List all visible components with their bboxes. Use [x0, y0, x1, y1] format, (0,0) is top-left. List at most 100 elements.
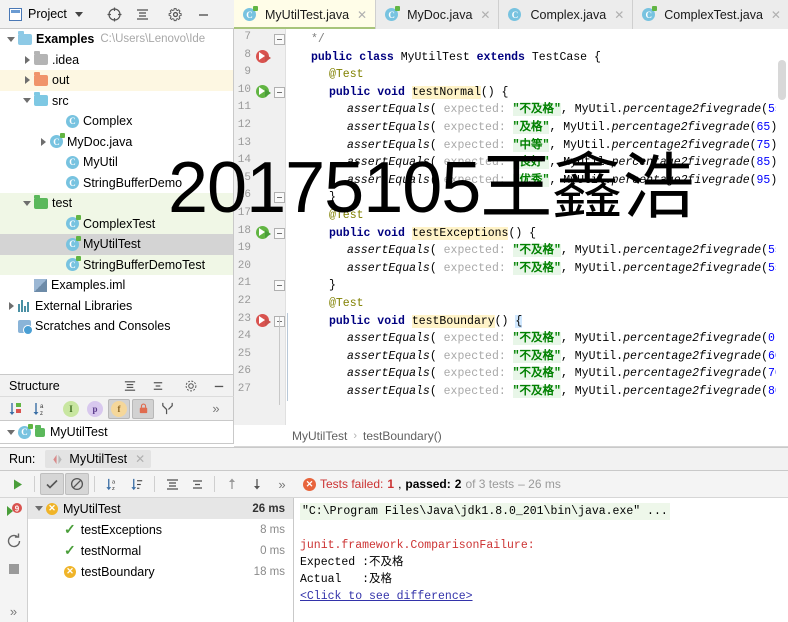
project-tree-item-external-libraries[interactable]: External Libraries [0, 296, 233, 317]
project-tree-item-myutiltest[interactable]: C MyUtilTest [0, 234, 233, 255]
more-icon[interactable]: » [270, 473, 294, 495]
hide-ignored-icon[interactable] [65, 473, 89, 495]
close-icon[interactable]: ✕ [357, 8, 367, 22]
test-result-row-testnormal[interactable]: ✓ testNormal 0 ms [28, 540, 293, 561]
project-tree-item-examples-iml[interactable]: Examples.iml [0, 275, 233, 296]
twisty-down-icon[interactable] [32, 506, 46, 511]
settings-gear-icon[interactable] [161, 0, 189, 28]
collapse-all-icon[interactable] [128, 0, 156, 28]
sort-alphabetically-icon[interactable]: az [29, 399, 51, 419]
code-line[interactable]: assertEquals( expected: "不及格", MyUtil.pe… [293, 101, 788, 119]
editor-tab-myutiltest-java[interactable]: C MyUtilTest.java ✕ [234, 0, 377, 29]
locate-icon[interactable] [100, 0, 128, 28]
twisty-down-icon[interactable] [20, 98, 34, 104]
expand-all-icon[interactable] [160, 473, 184, 495]
editor-tab-complex-java[interactable]: C Complex.java ✕ [499, 0, 634, 29]
twisty-right-icon[interactable] [4, 301, 18, 310]
see-difference-link[interactable]: <Click to see difference> [300, 590, 473, 603]
editor-code-area[interactable]: */ public class MyUtilTest extends TestCa… [287, 29, 788, 425]
code-line[interactable]: assertEquals( expected: "不及格", MyUtil.pe… [293, 383, 788, 401]
rerun-icon[interactable] [5, 473, 29, 495]
code-editor[interactable]: 7 8 9 10 11 12 13 14 15 16 17 18 19 20 21 22 23 24 25 26 27 … [234, 29, 788, 425]
test-result-row-testexceptions[interactable]: ✓ testExceptions 8 ms [28, 519, 293, 540]
editor-tab-mydoc-java[interactable]: C MyDoc.java ✕ [376, 0, 500, 29]
minimize-icon[interactable] [189, 0, 217, 28]
project-tree-item-complextest[interactable]: C ComplexTest [0, 213, 233, 234]
run-test-failed-gutter-icon[interactable] [256, 49, 271, 64]
run-console-output[interactable]: "C:\Program Files\Java\jdk1.8.0_201\bin\… [294, 498, 788, 622]
close-icon[interactable]: ✕ [135, 452, 145, 466]
project-tree-item-complex[interactable]: C Complex [0, 111, 233, 132]
stop-icon[interactable] [3, 559, 25, 580]
code-line[interactable]: @Test [293, 66, 364, 84]
twisty-down-icon[interactable] [4, 36, 18, 42]
code-line[interactable]: assertEquals( expected: "中等", MyUtil.per… [293, 137, 788, 155]
twisty-right-icon[interactable] [20, 76, 34, 85]
structure-tree-root[interactable]: C MyUtilTest [0, 421, 234, 444]
project-tree-item-stringbufferdemo[interactable]: C StringBufferDemo [0, 173, 233, 194]
code-line[interactable]: public void testExceptions() { [293, 225, 536, 243]
run-test-passed-gutter-icon[interactable] [256, 225, 271, 240]
next-failed-icon[interactable] [245, 473, 269, 495]
code-line[interactable]: assertEquals( expected: "不及格", MyUtil.pe… [293, 348, 788, 366]
code-line[interactable]: @Test [293, 207, 364, 225]
project-tree-item-out[interactable]: out [0, 70, 233, 91]
sort-by-duration-icon[interactable] [125, 473, 149, 495]
project-tree-item-scratches-and-consoles[interactable]: Scratches and Consoles [0, 316, 233, 337]
editor-marker-strip[interactable] [776, 58, 788, 425]
code-line[interactable]: assertEquals( expected: "优秀", MyUtil.per… [293, 172, 788, 190]
code-fold-toggle-icon[interactable] [274, 86, 285, 98]
breadcrumb-method[interactable]: testBoundary() [363, 429, 442, 443]
code-line[interactable]: assertEquals( expected: "不及格", MyUtil.pe… [293, 330, 788, 348]
test-results-tree[interactable]: ✕ MyUtilTest 26 ms ✓ testExceptions 8 ms ✓ test… [28, 498, 294, 622]
test-result-row-myutiltest[interactable]: ✕ MyUtilTest 26 ms [28, 498, 293, 519]
rerun-icon[interactable] [3, 531, 25, 552]
code-fold-toggle-icon[interactable] [274, 227, 285, 239]
more-icon[interactable]: » [205, 399, 227, 419]
code-line[interactable]: public void testBoundary() { [293, 313, 523, 331]
project-tree-item-test[interactable]: test [0, 193, 233, 214]
run-test-failed-gutter-icon[interactable] [256, 313, 271, 328]
more-icon[interactable]: » [3, 602, 25, 622]
settings-gear-icon[interactable] [177, 372, 205, 400]
code-line[interactable]: public class MyUtilTest extends TestCase… [293, 49, 601, 67]
project-tree-item-mydoc-java[interactable]: C MyDoc.java [0, 132, 233, 153]
console-line[interactable]: <Click to see difference> [300, 588, 788, 605]
project-view-button[interactable]: Project [0, 0, 100, 28]
code-line[interactable]: assertEquals( expected: "不及格", MyUtil.pe… [293, 365, 788, 383]
code-line[interactable]: assertEquals( expected: "不及格", MyUtil.pe… [293, 260, 788, 278]
project-tree-item-stringbufferdemotest[interactable]: C StringBufferDemoTest [0, 254, 233, 275]
test-result-row-testboundary[interactable]: ✕ testBoundary 18 ms [28, 561, 293, 582]
project-tree-item-src[interactable]: src [0, 91, 233, 112]
rerun-failed-icon[interactable]: 9 [3, 502, 25, 523]
sort-by-visibility-icon[interactable] [5, 399, 27, 419]
twisty-down-icon[interactable] [4, 429, 18, 435]
twisty-right-icon[interactable] [20, 55, 34, 64]
breadcrumb[interactable]: MyUtilTest › testBoundary() [234, 425, 788, 447]
run-test-passed-gutter-icon[interactable] [256, 84, 271, 99]
code-line[interactable]: @Test [293, 295, 364, 313]
project-tree-item-myutil[interactable]: C MyUtil [0, 152, 233, 173]
twisty-down-icon[interactable] [20, 200, 34, 206]
code-line[interactable]: assertEquals( expected: "及格", MyUtil.per… [293, 119, 788, 137]
project-tree-panel[interactable]: Examples C:\Users\Lenovo\Ide .idea out src C C… [0, 29, 234, 374]
editor-scrollbar-thumb[interactable] [778, 60, 786, 100]
project-tree-item-examples[interactable]: Examples C:\Users\Lenovo\Ide [0, 29, 233, 50]
show-anonymous-icon[interactable] [156, 399, 178, 419]
non-public-icon[interactable] [132, 398, 154, 419]
code-line[interactable]: } [293, 189, 336, 207]
code-fold-toggle-icon[interactable] [274, 280, 285, 292]
code-fold-toggle-icon[interactable] [274, 192, 285, 204]
collapse-all-icon[interactable] [144, 372, 172, 400]
expand-all-icon[interactable] [116, 372, 144, 400]
collapse-all-icon[interactable] [185, 473, 209, 495]
code-line[interactable]: */ [293, 31, 325, 49]
code-line[interactable]: public void testNormal() { [293, 84, 508, 102]
close-icon[interactable]: ✕ [480, 8, 490, 22]
breadcrumb-class[interactable]: MyUtilTest [292, 429, 347, 443]
minimize-icon[interactable] [205, 372, 233, 400]
code-line[interactable]: assertEquals( expected: "不及格", MyUtil.pe… [293, 242, 788, 260]
sort-alphabetically-icon[interactable]: az [100, 473, 124, 495]
close-icon[interactable]: ✕ [614, 8, 624, 22]
editor-gutter[interactable]: 7 8 9 10 11 12 13 14 15 16 17 18 19 20 21 22 23 24 25 26 27 [234, 29, 286, 425]
